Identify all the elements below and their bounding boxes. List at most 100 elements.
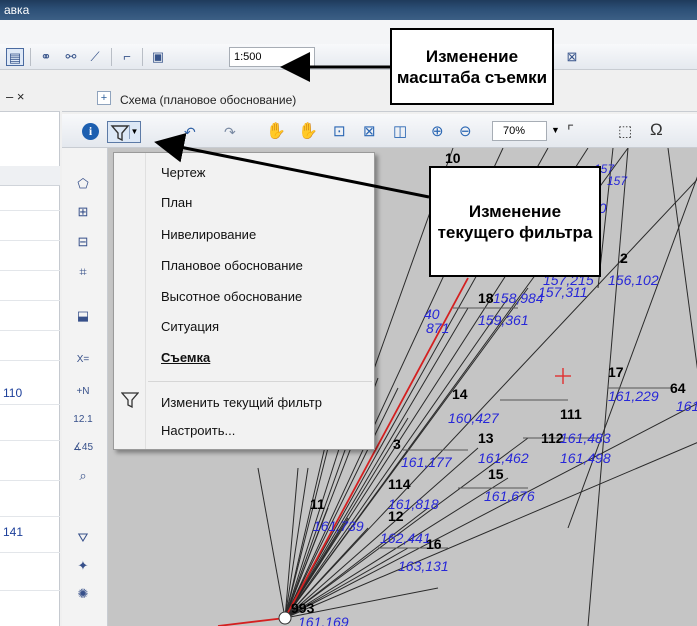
filter-icon [110,125,130,142]
toolbar-separator [111,48,112,66]
list-row-divider [0,360,60,361]
rect-tool-icon[interactable]: ⊟ [72,232,94,252]
sum-icon[interactable]: Ω [650,120,663,140]
filter-icon [121,392,139,408]
point-value: 158,984 [493,290,544,306]
point-value: 161,676 [484,488,535,504]
menu-item-plan-control[interactable]: Плановое обоснование [161,258,303,273]
north-east-icon[interactable]: +N [72,382,94,402]
dig-tool-icon[interactable]: ✦ [72,556,94,576]
menu-item-leveling[interactable]: Нивелирование [161,227,256,242]
toolbar-separator [142,48,143,66]
link-points-icon[interactable]: ⚭ [37,48,55,66]
point-number: 3 [393,436,401,452]
redo-icon[interactable]: ↷ [224,124,236,141]
menu-item-change-filter[interactable]: Изменить текущий фильтр [161,395,322,410]
sheet-icon[interactable]: ▣ [149,48,167,66]
main-toolbar: ▤ ⚭ ⚯ ⟋ ⌐ ▣ ▦ ◈ ⊠ [0,44,697,70]
menu-item-height-control[interactable]: Высотное обоснование [161,289,302,304]
window-title: авка [4,3,30,17]
zoom-out-icon[interactable]: ⊖ [459,122,472,140]
info-icon[interactable]: i [82,123,99,140]
distance-icon[interactable]: 12.1 [72,410,94,430]
list-row-divider [0,480,60,481]
left-panel-column-header [0,166,60,186]
point-value: 161,739 [313,518,364,534]
survey-tool-icon[interactable]: ⛛ [72,528,94,548]
menu-item-plan[interactable]: План [161,195,192,210]
point-value: 157 [607,174,628,188]
corner-icon[interactable]: ⌜ [567,122,574,140]
point-value: 162,441 [380,530,431,546]
list-row-divider [0,300,60,301]
close-box-icon[interactable]: ⊠ [563,48,581,66]
chevron-down-icon[interactable]: ▼ [551,125,560,135]
angle-icon[interactable]: ∡45 [72,438,94,458]
point-number: 12 [388,508,404,524]
point-value: 161,498 [560,450,611,466]
filter-callout: Изменение текущего фильтра [429,166,601,277]
point-value: 161,169 [298,614,349,626]
plus-icon[interactable]: + [97,91,111,105]
menu-item-configure[interactable]: Настроить... [161,423,235,438]
filter-menu: Чертеж План Нивелирование Плановое обосн… [113,152,375,450]
chevron-down-icon[interactable]: ▼ [129,125,139,139]
zoom-realtime-icon[interactable]: ◫ [393,122,407,140]
search-icon[interactable]: ⌕ [72,466,94,486]
menu-item-situation[interactable]: Ситуация [161,319,219,334]
pan-all-icon[interactable]: ✋ [298,121,318,141]
point-number: 15 [488,466,504,482]
sign-tool-icon[interactable]: ✺ [72,584,94,604]
scale-combo[interactable]: 1:500 ▼ [229,47,315,67]
link-query-icon[interactable]: ⚯ [62,48,80,66]
point-number: 11 [310,496,325,512]
list-row-divider [0,404,60,405]
line-query-icon[interactable]: ⟋ [86,48,104,66]
point-value: 161,462 [478,450,529,466]
title-bar: авка [0,0,697,20]
point-value: 161 [676,398,697,414]
point-number: 114 [388,476,411,492]
chevron-down-icon[interactable]: ▼ [303,48,312,66]
zoom-combo[interactable]: 70% [492,121,547,141]
filter-button[interactable]: ▼ [107,121,141,143]
polygon-icon[interactable]: ⬠ [72,174,94,194]
point-value: 161,483 [560,430,611,446]
point-value: 163,131 [398,558,449,574]
point-value: 159,361 [478,312,529,328]
list-row-divider [0,590,60,591]
window-tool-icon[interactable]: ⬓ [72,306,94,326]
transform-icon[interactable]: ⌐ [118,48,136,66]
list-row-divider [0,270,60,271]
zoom-in-icon[interactable]: ⊕ [431,122,444,140]
panel-close-button[interactable]: – × [6,89,24,104]
list-row-divider [0,440,60,441]
layer-icon[interactable]: ▤ [6,48,24,66]
point-value: 160,427 [448,410,499,426]
menu-item-survey[interactable]: Съемка [161,350,210,365]
point-number: 16 [426,536,442,552]
menu-separator [148,381,372,382]
list-row-divider [0,240,60,241]
zoom-window-icon[interactable]: ⊡ [333,122,346,140]
list-value: 110 [3,386,23,400]
undo-icon[interactable]: ↶ [184,124,196,141]
point-value: 161,229 [608,388,659,404]
scale-callout: Изменение масштаба съемки [390,28,554,105]
zoom-extents-icon[interactable]: ⊠ [363,122,376,140]
menu-item-drawing[interactable]: Чертеж [161,165,205,180]
zoom-value: 70% [503,125,526,137]
point-number: 111 [560,406,582,422]
list-row-divider [0,516,60,517]
select-icon[interactable]: ⬚ [618,122,632,140]
point-number: 18 [478,290,494,306]
point-number: 13 [478,430,494,446]
point-value: 157,311 [538,284,588,300]
tab-scheme[interactable]: Схема (плановое обоснование) [120,93,296,107]
point-number: 10 [445,150,461,166]
xy-coordinates-icon[interactable]: X= [72,350,94,370]
pan-icon[interactable]: ✋ [266,121,286,141]
list-row-divider [0,330,60,331]
frame-tool-icon[interactable]: ⌗ [72,262,94,282]
grid-tool-icon[interactable]: ⊞ [72,202,94,222]
